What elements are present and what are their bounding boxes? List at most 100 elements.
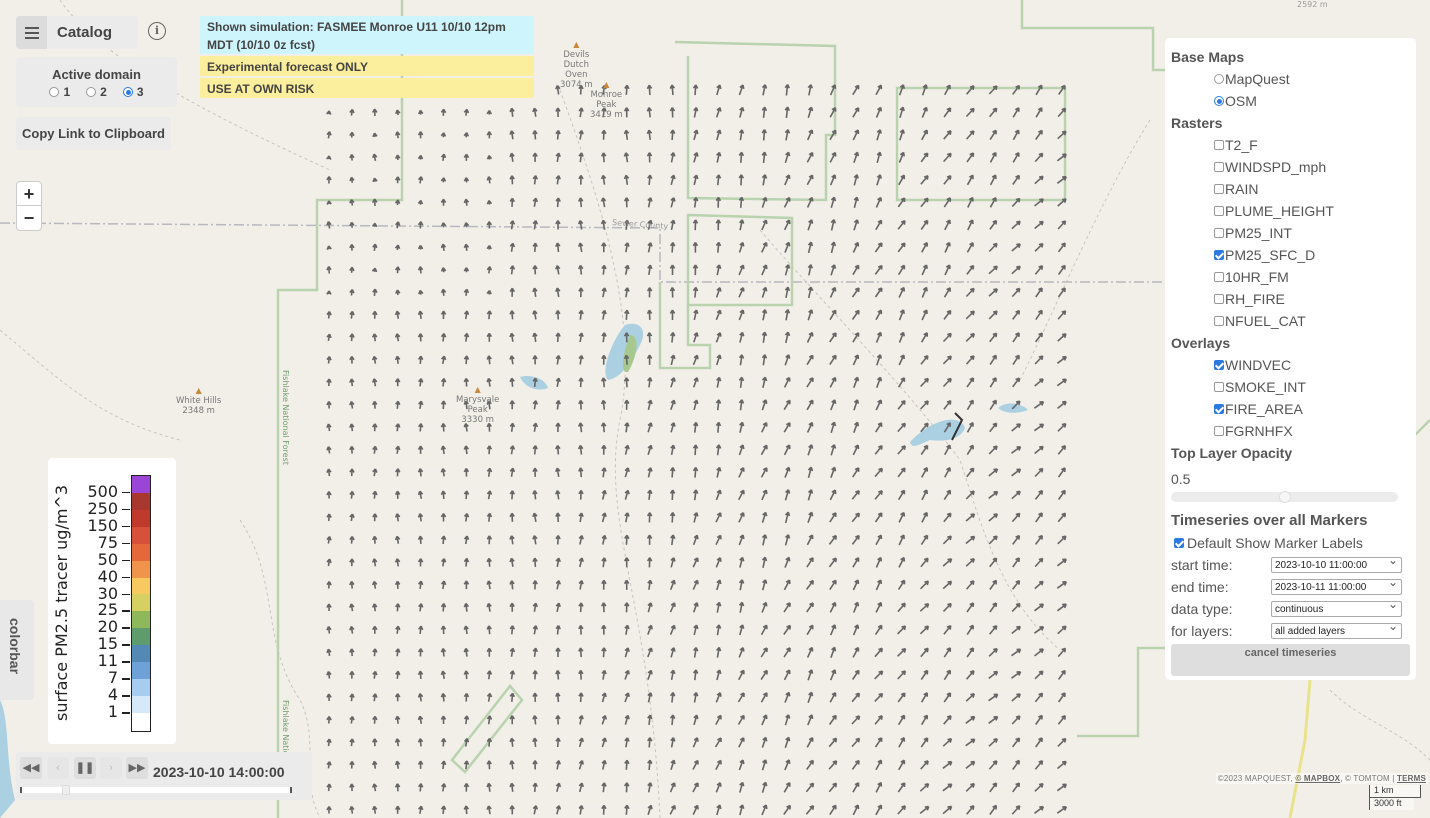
catalog-button[interactable]: Catalog xyxy=(57,24,112,41)
zoom-out-button[interactable]: − xyxy=(17,206,41,230)
domain-option-3[interactable]: 3 xyxy=(122,85,144,99)
opacity-slider[interactable] xyxy=(1171,491,1398,503)
mapbox-link[interactable]: © MAPBOX xyxy=(1295,774,1340,783)
wind-arrow xyxy=(1035,309,1043,321)
timeline-slider[interactable] xyxy=(20,785,292,795)
fast-forward-button[interactable]: ▶▶ xyxy=(126,757,148,779)
checkbox[interactable] xyxy=(1214,294,1224,304)
wind-arrow xyxy=(486,355,492,365)
radio-button[interactable] xyxy=(49,87,60,97)
wind-arrow xyxy=(371,558,378,567)
wind-arrow xyxy=(532,490,538,500)
checkbox[interactable] xyxy=(1214,162,1224,172)
wind-arrow xyxy=(577,242,584,253)
radio-button[interactable] xyxy=(122,87,133,97)
wind-arrow xyxy=(601,579,607,590)
checkbox[interactable] xyxy=(1214,250,1224,260)
step-back-button[interactable]: ‹ xyxy=(47,757,69,779)
raster-rain[interactable]: RAIN xyxy=(1171,178,1410,200)
wind-arrow xyxy=(624,804,630,815)
wind-arrow xyxy=(349,423,355,432)
wind-arrow xyxy=(371,267,378,273)
wind-arrow xyxy=(646,332,653,343)
wind-arrow xyxy=(784,466,791,478)
copy-link-button[interactable]: Copy Link to Clipboard xyxy=(16,117,171,150)
overlay-fire-area[interactable]: FIRE_AREA xyxy=(1171,398,1410,420)
data-type-select[interactable]: continuous xyxy=(1271,598,1402,617)
radio-button[interactable] xyxy=(86,87,97,97)
wind-arrow xyxy=(440,288,447,296)
overlay-fgrnhfx[interactable]: FGRNHFX xyxy=(1171,420,1410,442)
wind-arrow xyxy=(920,444,929,455)
rewind-button[interactable]: ◀◀ xyxy=(20,757,42,779)
checkbox[interactable] xyxy=(1214,360,1224,370)
checkbox[interactable] xyxy=(1214,228,1224,238)
wind-arrow xyxy=(417,333,424,342)
checkbox[interactable] xyxy=(1214,184,1224,194)
checkbox[interactable] xyxy=(1214,426,1224,436)
wind-arrow xyxy=(1057,444,1067,455)
info-icon[interactable]: i xyxy=(148,22,166,40)
terms-link[interactable]: TERMS xyxy=(1397,774,1426,783)
wind-arrow xyxy=(1057,512,1067,523)
zoom-in-button[interactable]: + xyxy=(17,182,41,206)
raster-rh-fire[interactable]: RH_FIRE xyxy=(1171,288,1410,310)
overlay-label: FGRNHFX xyxy=(1225,423,1293,439)
wind-arrow xyxy=(783,782,791,793)
colorbar-tab[interactable]: colorbar xyxy=(0,600,34,700)
cancel-timeseries-button[interactable]: cancel timeseries xyxy=(1171,644,1410,676)
raster-pm25-int[interactable]: PM25_INT xyxy=(1171,222,1410,244)
radio-button[interactable] xyxy=(1214,74,1224,84)
domain-option-2[interactable]: 2 xyxy=(86,85,107,99)
checkbox[interactable] xyxy=(1214,272,1224,282)
checkbox[interactable] xyxy=(1214,382,1224,392)
show-marker-labels-toggle[interactable]: Default Show Marker Labels xyxy=(1171,532,1410,554)
start-time-select[interactable]: 2023-10-10 11:00:00 xyxy=(1271,554,1402,573)
wind-arrow xyxy=(1057,264,1066,275)
domain-option-1[interactable]: 1 xyxy=(49,85,70,99)
wind-arrow xyxy=(486,199,493,205)
wind-arrow xyxy=(738,399,745,411)
radio-button[interactable] xyxy=(1214,96,1224,106)
wind-arrow xyxy=(578,714,584,725)
colorbar-tick-mark xyxy=(122,508,130,511)
pause-button[interactable]: ❚❚ xyxy=(74,757,96,779)
wind-arrow xyxy=(874,647,883,658)
slider-thumb[interactable] xyxy=(1278,491,1291,503)
raster-plume-height[interactable]: PLUME_HEIGHT xyxy=(1171,200,1410,222)
colorbar-tick-label: 50 xyxy=(97,549,118,569)
overlays-heading: Overlays xyxy=(1171,335,1231,351)
wind-arrow xyxy=(669,602,676,613)
checkbox[interactable] xyxy=(1214,404,1224,414)
wind-arrow xyxy=(600,174,607,185)
raster-t2-f[interactable]: T2_F xyxy=(1171,134,1410,156)
wind-arrow xyxy=(738,737,745,748)
raster-nfuel-cat[interactable]: NFUEL_CAT xyxy=(1171,310,1410,332)
wind-arrow xyxy=(555,602,561,613)
raster-windspd-mph[interactable]: WINDSPD_mph xyxy=(1171,156,1410,178)
colorbar-tick-mark xyxy=(122,627,130,629)
basemap-osm[interactable]: OSM xyxy=(1171,90,1410,112)
wind-arrow xyxy=(486,805,492,815)
raster-pm25-sfc-d[interactable]: PM25_SFC_D xyxy=(1171,244,1410,266)
end-time-select[interactable]: 2023-10-11 11:00:00 xyxy=(1271,576,1402,595)
basemap-mapquest[interactable]: MapQuest xyxy=(1171,68,1410,90)
wind-arrow xyxy=(716,129,722,141)
checkbox[interactable] xyxy=(1174,538,1184,548)
checkbox[interactable] xyxy=(1214,206,1224,216)
wind-arrow xyxy=(851,309,860,320)
wind-arrow xyxy=(715,692,722,703)
wind-arrow xyxy=(716,579,722,591)
wind-arrow xyxy=(897,625,907,635)
step-forward-button[interactable]: › xyxy=(100,757,122,779)
wind-arrow xyxy=(989,377,997,388)
timeline-thumb[interactable] xyxy=(61,785,70,795)
raster-10hr-fm[interactable]: 10HR_FM xyxy=(1171,266,1410,288)
checkbox[interactable] xyxy=(1214,316,1224,326)
overlay-windvec[interactable]: WINDVEC xyxy=(1171,354,1410,376)
for-layers-select[interactable]: all added layers xyxy=(1271,620,1402,639)
checkbox[interactable] xyxy=(1214,140,1224,150)
wind-arrow xyxy=(486,670,493,680)
menu-button[interactable] xyxy=(16,16,47,49)
overlay-smoke-int[interactable]: SMOKE_INT xyxy=(1171,376,1410,398)
